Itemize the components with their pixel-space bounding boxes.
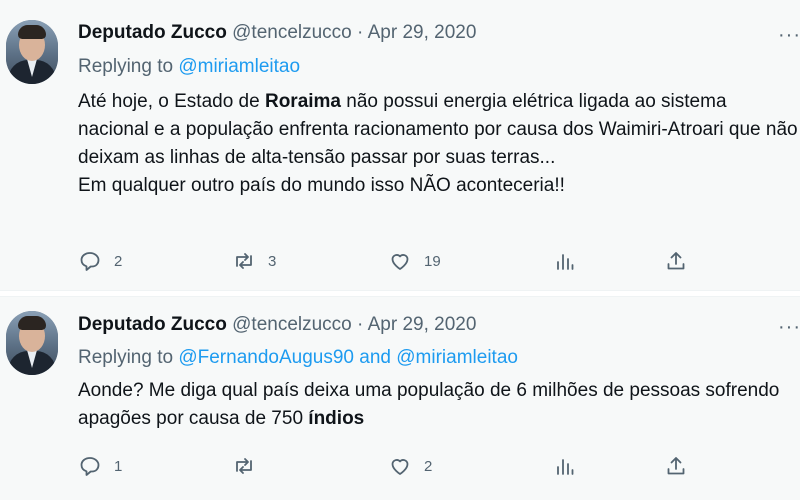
heart-icon (391, 459, 409, 475)
reply-count: 2 (114, 252, 123, 270)
tweet-card[interactable]: Deputado Zucco @tencelzucco · Apr 29, 20… (0, 297, 800, 500)
tweet-header: Deputado Zucco @tencelzucco · Apr 29, 20… (78, 22, 476, 44)
author-handle[interactable]: @tencelzucco (232, 314, 352, 335)
mention-link[interactable]: @miriamleitao (178, 56, 300, 77)
avatar[interactable] (6, 311, 58, 375)
tweet-text-bold: Roraima (264, 91, 341, 112)
avatar[interactable] (6, 20, 58, 84)
share-icon (667, 457, 685, 475)
replying-to: Replying to @FernandoAugus90 and @miriam… (78, 347, 518, 369)
tweet-text-bold: índios (308, 408, 365, 429)
author-name[interactable]: Deputado Zucco (78, 314, 227, 335)
reply-icon (80, 457, 100, 476)
share-button[interactable] (664, 249, 688, 273)
reply-icon (80, 252, 100, 271)
more-options-icon[interactable]: ··· (778, 316, 800, 339)
replying-to: Replying to @miriamleitao (78, 56, 300, 78)
retweet-button[interactable]: 3 (232, 249, 276, 273)
tweet-header: Deputado Zucco @tencelzucco · Apr 29, 20… (78, 314, 476, 336)
author-name[interactable]: Deputado Zucco (78, 22, 227, 43)
retweet-icon (236, 253, 252, 269)
author-handle[interactable]: @tencelzucco (232, 22, 352, 43)
share-button[interactable] (664, 454, 688, 478)
tweet-card[interactable]: Deputado Zucco @tencelzucco · Apr 29, 20… (0, 0, 800, 290)
analytics-icon (557, 254, 574, 270)
tweet-date[interactable]: Apr 29, 2020 (368, 314, 477, 335)
tweet-text: Até hoje, o Estado de Roraima não possui… (78, 88, 800, 200)
retweet-icon (236, 458, 252, 474)
tweet-date[interactable]: Apr 29, 2020 (368, 22, 477, 43)
mention-link[interactable]: @FernandoAugus90 (178, 347, 354, 368)
tweet-text: Aonde? Me diga qual país deixa uma popul… (78, 377, 800, 433)
retweet-button[interactable] (232, 454, 256, 478)
like-count: 19 (424, 252, 441, 270)
views-button[interactable] (553, 249, 577, 273)
more-options-icon[interactable]: ··· (778, 24, 800, 47)
heart-icon (391, 254, 409, 270)
tweet-text-part: Até hoje, o Estado de (78, 91, 265, 112)
reply-button[interactable]: 2 (78, 249, 122, 273)
replying-to-label: Replying to (78, 347, 174, 368)
reply-count: 1 (114, 457, 123, 475)
reply-button[interactable]: 1 (78, 454, 122, 478)
replying-and: and (359, 347, 391, 368)
analytics-icon (557, 459, 574, 475)
share-icon (667, 252, 685, 270)
separator-dot: · (357, 314, 364, 335)
replying-to-label: Replying to (78, 56, 174, 77)
mention-link[interactable]: @miriamleitao (396, 347, 518, 368)
retweet-count: 3 (268, 252, 277, 270)
tweet-divider (0, 290, 800, 297)
like-button[interactable]: 19 (388, 249, 441, 273)
tweet-text-part: Aonde? Me diga qual país deixa uma popul… (78, 380, 780, 429)
like-button[interactable]: 2 (388, 454, 432, 478)
views-button[interactable] (553, 454, 577, 478)
separator-dot: · (357, 22, 364, 43)
like-count: 2 (424, 457, 433, 475)
